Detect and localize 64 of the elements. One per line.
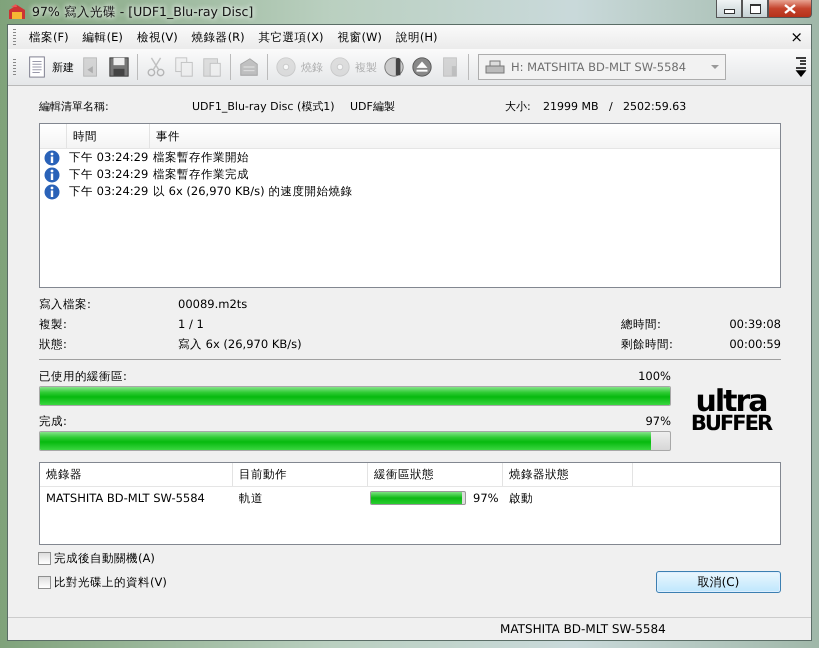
maximize-button[interactable]	[742, 0, 768, 18]
remaining-time-label: 剩餘時間:	[621, 336, 674, 352]
duration-value: 2502:59.63	[623, 100, 686, 112]
status-bar-text: MATSHITA BD-MLT SW-5584	[500, 622, 666, 636]
status-value: 寫入 6x (26,970 KB/s)	[178, 336, 303, 352]
buffer-percent: 97%	[473, 491, 499, 505]
remaining-time-value: 00:00:59	[728, 337, 781, 351]
menu-item[interactable]: 其它選項(X)	[252, 30, 331, 44]
document-icon	[26, 54, 48, 80]
log-event: 檔案暫存作業完成	[153, 167, 249, 182]
checkbox[interactable]	[38, 552, 51, 565]
table-cell-text: 軌道	[238, 490, 264, 506]
column-header[interactable]: 燒錄器狀態	[503, 463, 633, 486]
menu-item[interactable]: 視窗(W)	[330, 30, 389, 44]
column-header[interactable]: 事件	[150, 128, 180, 144]
file-label: 寫入檔案:	[39, 296, 92, 312]
app-icon	[8, 4, 26, 20]
checkbox[interactable]	[38, 576, 51, 589]
copies-label: 複製:	[39, 316, 68, 332]
size-value: 21999 MB	[543, 100, 600, 112]
buffer-label: 已使用的緩衝區:	[39, 368, 127, 384]
info-icon	[44, 184, 60, 200]
info-icon	[44, 166, 60, 182]
menu-item[interactable]: 編輯(E)	[76, 30, 130, 44]
progress-label: 完成:	[39, 414, 67, 428]
log-time: 下午 03:24:29	[69, 167, 150, 182]
menu-item[interactable]: 說明(H)	[388, 30, 444, 44]
menu-item[interactable]: 檢視(V)	[130, 30, 185, 44]
log-time: 下午 03:24:29	[69, 150, 150, 165]
checkbox-label: 比對光碟上的資料(V)	[54, 575, 167, 590]
column-header[interactable]: 燒錄器	[40, 463, 233, 486]
compilation-type: UDF編製	[350, 98, 396, 114]
status-label: 狀態:	[39, 336, 68, 352]
column-header[interactable]: 目前動作	[233, 463, 368, 486]
menu-item[interactable]: 檔案(F)	[22, 30, 76, 44]
new-tool-button[interactable]: 新建	[24, 54, 76, 80]
log-event: 檔案暫存作業開始	[153, 150, 249, 165]
table-cell-text: 啟動	[508, 490, 534, 506]
toolbar-overflow-icon[interactable]	[795, 56, 807, 78]
buffer-percent: 100%	[638, 369, 671, 383]
ultra-buffer-logo: ultra BUFFER	[690, 389, 773, 433]
window-title: 97% 寫入光碟 - [UDF1_Blu-ray Disc]	[32, 4, 254, 20]
compilation-name: UDF1_Blu-ray Disc (模式1)	[192, 98, 336, 114]
size-label: 大小:	[505, 98, 532, 114]
column-header[interactable]: 緩衝區狀態	[368, 463, 503, 486]
total-time-label: 總時間:	[621, 316, 662, 332]
menu-item[interactable]: 燒錄器(R)	[184, 30, 252, 44]
compilation-name-label: 編輯清單名稱:	[39, 98, 110, 114]
file-value: 00089.m2ts	[178, 297, 248, 311]
cancel-button[interactable]: 取消(C)	[656, 571, 781, 593]
close-icon	[784, 4, 796, 14]
info-icon	[44, 150, 60, 166]
log-time: 下午 03:24:29	[69, 184, 150, 199]
close-button[interactable]	[768, 0, 812, 18]
column-header[interactable]: 時間	[67, 124, 150, 148]
total-time-value: 00:39:08	[728, 317, 781, 331]
size-separator: /	[609, 100, 614, 112]
close-document-button[interactable]: ×	[790, 28, 803, 46]
progress-percent: 97%	[645, 414, 671, 428]
copies-value: 1 / 1	[178, 317, 205, 331]
log-event: 以 6x (26,970 KB/s) 的速度開始燒錄	[153, 184, 352, 199]
table-cell-text: MATSHITA BD-MLT SW-5584	[45, 491, 206, 505]
minimize-button[interactable]	[716, 0, 742, 18]
checkbox-label: 完成後自動關機(A)	[54, 551, 155, 566]
